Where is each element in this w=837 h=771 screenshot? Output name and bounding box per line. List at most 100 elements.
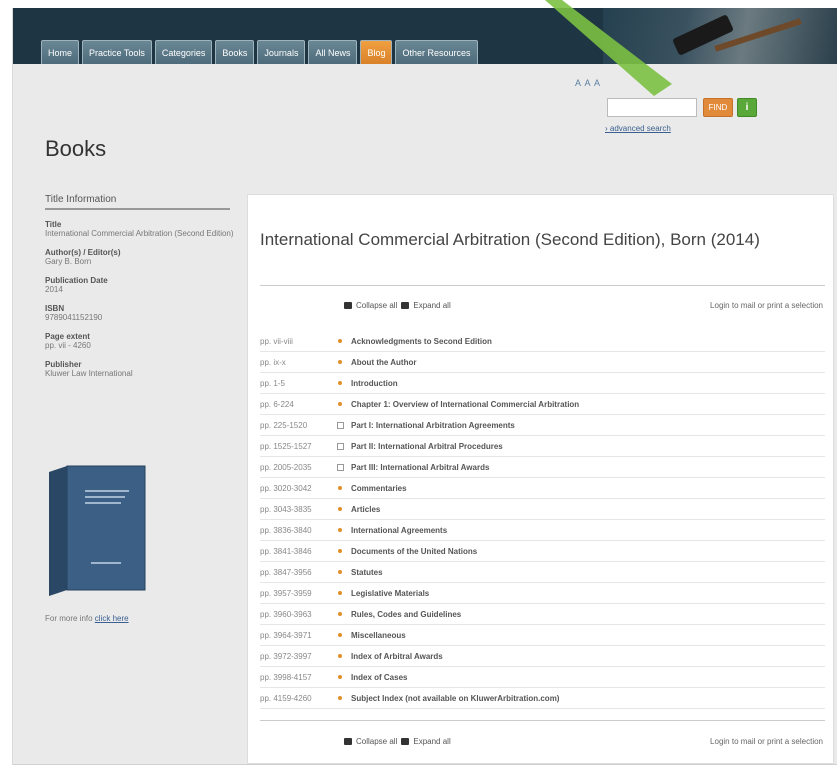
toc-row[interactable]: pp. 1525-1527 Part II: International Arbi… [260, 436, 825, 457]
sidebar-field-label: Publication Date [45, 276, 108, 285]
toc-title-link[interactable]: Part I: International Arbitration Agreem… [347, 421, 515, 430]
bullet-icon [333, 654, 347, 658]
collapse-icon[interactable] [344, 738, 352, 745]
sidebar-field-label: Title [45, 220, 62, 229]
bullet-icon [333, 570, 347, 574]
main-navigation: Home Practice Tools Categories Books Journal… [41, 40, 478, 64]
sidebar-field: Publisher Kluwer Law International [45, 360, 235, 379]
sidebar-field-value: Kluwer Law International [45, 369, 133, 378]
nav-tab-all-news[interactable]: All News [308, 40, 358, 64]
search-input[interactable] [607, 98, 697, 117]
nav-tab-home[interactable]: Home [41, 40, 80, 64]
collapse-icon[interactable] [344, 302, 352, 309]
toc-title-link[interactable]: Chapter 1: Overview of International Com… [347, 400, 579, 409]
advanced-search-label[interactable]: advanced search [610, 124, 671, 133]
divider [260, 285, 825, 286]
toc-page-range: pp. ix-x [260, 357, 286, 367]
login-to-mail-link[interactable]: Login to mail or print a selection [710, 301, 823, 310]
toc-title-link[interactable]: Commentaries [347, 484, 407, 493]
expand-toggle-icon[interactable] [333, 442, 347, 450]
expand-icon[interactable] [401, 738, 410, 745]
sidebar-field-value: pp. vii - 4260 [45, 341, 91, 350]
expand-all-button[interactable]: Expand all [413, 301, 450, 310]
toc-row[interactable]: pp. 4159-4260 Subject Index (not availabl… [260, 688, 825, 709]
toc-title-link[interactable]: Statutes [347, 568, 383, 577]
toc-title-link[interactable]: Part III: International Arbitral Awards [347, 463, 489, 472]
advanced-search-link[interactable]: › advanced search [605, 124, 671, 133]
nav-tab-blog[interactable]: Blog [360, 40, 393, 64]
collapse-all-button[interactable]: Collapse all [356, 301, 397, 310]
sidebar-field: ISBN 9789041152190 [45, 304, 235, 323]
toc-row[interactable]: pp. ix-x About the Author [260, 352, 825, 373]
collapse-all-button[interactable]: Collapse all [356, 737, 397, 746]
bullet-icon [333, 633, 347, 637]
toc-page-range: pp. 2005-2035 [260, 462, 312, 472]
find-button[interactable]: FIND [703, 98, 733, 117]
sidebar-field-label: Page extent [45, 332, 90, 341]
sidebar-field: Page extent pp. vii - 4260 [45, 332, 235, 351]
toc-title-link[interactable]: Legislative Materials [347, 589, 429, 598]
toc-row[interactable]: pp. 3020-3042 Commentaries [260, 478, 825, 499]
bullet-icon [333, 360, 347, 364]
nav-tab-journals[interactable]: Journals [257, 40, 306, 64]
toc-row[interactable]: pp. 1-5 Introduction [260, 373, 825, 394]
divider [260, 720, 825, 721]
more-info-text: For more info click here [45, 614, 129, 623]
nav-tab-books[interactable]: Books [215, 40, 255, 64]
toc-title-link[interactable]: Part II: International Arbitral Procedur… [347, 442, 503, 451]
toc-row[interactable]: pp. 3972-3997 Index of Arbitral Awards [260, 646, 825, 667]
toc-title-link[interactable]: About the Author [347, 358, 416, 367]
toc-page-range: pp. 3847-3956 [260, 567, 312, 577]
toc-row[interactable]: pp. 6-224 Chapter 1: Overview of Internat… [260, 394, 825, 415]
more-info-link[interactable]: click here [95, 614, 129, 623]
font-size-control[interactable]: A A A [575, 78, 601, 88]
main-content-panel: International Commercial Arbitration (Se… [247, 194, 834, 764]
sidebar-field: Publication Date 2014 [45, 276, 235, 295]
toc-page-range: pp. 3841-3846 [260, 546, 312, 556]
toc-page-range: pp. 3020-3042 [260, 483, 312, 493]
sidebar-field-value: 2014 [45, 285, 63, 294]
bullet-icon [333, 549, 347, 553]
toc-title-link[interactable]: Index of Arbitral Awards [347, 652, 443, 661]
toc-row[interactable]: pp. 3847-3956 Statutes [260, 562, 825, 583]
toc-page-range: pp. 3960-3963 [260, 609, 312, 619]
sidebar-field: Author(s) / Editor(s) Gary B. Born [45, 248, 235, 267]
nav-tab-other-resources[interactable]: Other Resources [395, 40, 478, 64]
toc-page-range: pp. 6-224 [260, 399, 294, 409]
nav-tab-practice-tools[interactable]: Practice Tools [82, 40, 152, 64]
toc-title-link[interactable]: Index of Cases [347, 673, 407, 682]
toc-title-link[interactable]: International Agreements [347, 526, 447, 535]
toc-row[interactable]: pp. 3043-3835 Articles [260, 499, 825, 520]
toc-row[interactable]: pp. vii-viii Acknowledgments to Second Ed… [260, 331, 825, 352]
table-of-contents: pp. vii-viii Acknowledgments to Second Ed… [260, 331, 825, 709]
login-to-mail-link[interactable]: Login to mail or print a selection [710, 737, 823, 746]
expand-icon[interactable] [401, 302, 410, 309]
toc-title-link[interactable]: Miscellaneous [347, 631, 406, 640]
toc-row[interactable]: pp. 3836-3840 International Agreements [260, 520, 825, 541]
toc-row[interactable]: pp. 3964-3971 Miscellaneous [260, 625, 825, 646]
expand-all-button[interactable]: Expand all [413, 737, 450, 746]
page: Home Practice Tools Categories Books Journal… [0, 0, 837, 771]
toc-title-link[interactable]: Introduction [347, 379, 398, 388]
toc-row[interactable]: pp. 2005-2035 Part III: International Arb… [260, 457, 825, 478]
bullet-icon [333, 591, 347, 595]
nav-tab-categories[interactable]: Categories [154, 40, 213, 64]
sidebar-field: Title International Commercial Arbitratio… [45, 220, 235, 239]
toc-title-link[interactable]: Documents of the United Nations [347, 547, 477, 556]
toc-title-link[interactable]: Acknowledgments to Second Edition [347, 337, 492, 346]
toc-page-range: pp. 1-5 [260, 378, 285, 388]
toc-page-range: pp. 225-1520 [260, 420, 308, 430]
toc-row[interactable]: pp. 3998-4157 Index of Cases [260, 667, 825, 688]
toc-title-link[interactable]: Articles [347, 505, 380, 514]
toc-row[interactable]: pp. 225-1520 Part I: International Arbitr… [260, 415, 825, 436]
toc-row[interactable]: pp. 3841-3846 Documents of the United Nat… [260, 541, 825, 562]
title-information-sidebar: Title Information Title International Com… [45, 194, 235, 388]
expand-toggle-icon[interactable] [333, 421, 347, 429]
toc-row[interactable]: pp. 3960-3963 Rules, Codes and Guidelines [260, 604, 825, 625]
toc-title-link[interactable]: Subject Index (not available on KluwerAr… [347, 694, 559, 703]
toc-title-link[interactable]: Rules, Codes and Guidelines [347, 610, 461, 619]
expand-toggle-icon[interactable] [333, 463, 347, 471]
site-header: Home Practice Tools Categories Books Journal… [13, 8, 837, 64]
info-button[interactable]: i [737, 98, 757, 117]
toc-row[interactable]: pp. 3957-3959 Legislative Materials [260, 583, 825, 604]
